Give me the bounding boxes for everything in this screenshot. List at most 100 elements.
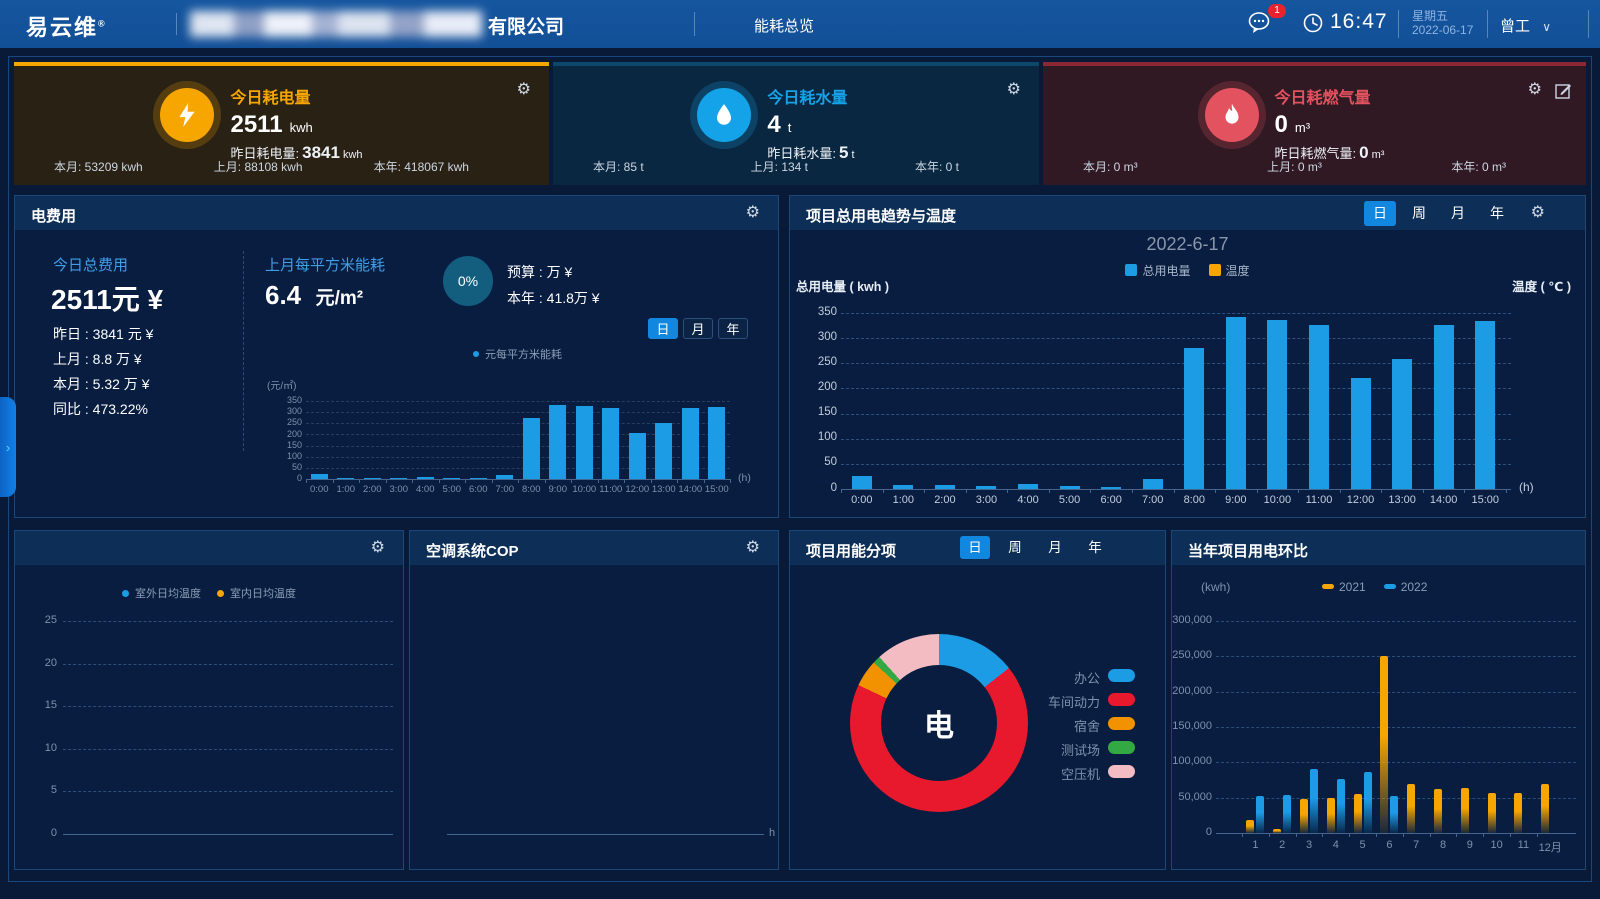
cost-row: 昨日 : 3841 元 ¥: [53, 324, 153, 344]
x-axis-unit: h: [769, 827, 775, 839]
panel-header: 电费用 ⚙: [15, 196, 778, 230]
cost-bar-chart: 5010015020025030035000:001:002:003:004:0…: [306, 401, 730, 479]
x-tick-mark: [1322, 833, 1323, 837]
bar-2021: [1327, 798, 1335, 833]
divider: [1588, 10, 1589, 38]
legend-item[interactable]: 温度: [1209, 262, 1250, 279]
message-icon[interactable]: [1248, 12, 1272, 34]
legend-item[interactable]: 总用电量: [1125, 262, 1190, 279]
gear-icon[interactable]: ⚙: [746, 205, 760, 221]
legend-label[interactable]: 空压机: [960, 764, 1100, 783]
gridline: [63, 706, 393, 707]
x-tick-mark: [1174, 489, 1175, 493]
gear-icon[interactable]: ⚙: [1531, 205, 1545, 221]
panel-header: 当年项目用电环比: [1172, 531, 1585, 565]
bar: [1018, 484, 1038, 489]
x-tick-mark: [1298, 489, 1299, 493]
bar-2022: [1310, 769, 1318, 833]
legend-swatch[interactable]: [1108, 693, 1135, 706]
sidebar-expand-tab[interactable]: ›: [0, 397, 16, 497]
bar-2021: [1354, 794, 1362, 833]
y-axis-tick: 0: [1166, 826, 1212, 838]
tab-年[interactable]: 年: [718, 318, 748, 339]
bar: [893, 485, 913, 489]
bar: [655, 423, 672, 479]
budget-text: 预算 : 万 ¥: [507, 262, 572, 282]
bar: [682, 408, 699, 479]
tab-周[interactable]: 周: [1000, 536, 1030, 559]
legend-label[interactable]: 宿舍: [960, 716, 1100, 735]
gear-icon[interactable]: ⚙: [517, 82, 531, 98]
legend-item[interactable]: 室内日均温度: [217, 585, 296, 601]
panel-header: 空调系统COP ⚙: [410, 531, 778, 565]
temperature-legend: 室外日均温度室内日均温度: [15, 585, 403, 601]
panel-temperature: ⚙ 室外日均温度室内日均温度 2520151050: [14, 530, 404, 870]
x-tick-mark: [333, 479, 334, 483]
panel-title: 当年项目用电环比: [1188, 540, 1308, 561]
gridline: [841, 313, 1511, 314]
divider: [1487, 10, 1488, 38]
x-tick-mark: [598, 479, 599, 483]
cost-row: 本月 : 5.32 万 ¥: [53, 374, 149, 394]
bar-2021: [1434, 789, 1442, 833]
gear-icon[interactable]: ⚙: [746, 540, 760, 556]
today-cost-label: 今日总费用: [53, 254, 128, 275]
company-suffix: 有限公司: [488, 12, 564, 39]
tab-日[interactable]: 日: [1364, 201, 1396, 226]
gridline: [306, 412, 730, 413]
bar-2022: [1364, 772, 1372, 833]
tab-月[interactable]: 月: [683, 318, 713, 339]
y-axis-tick: 20: [31, 657, 57, 669]
legend-swatch[interactable]: [1108, 669, 1135, 682]
legend-label[interactable]: 车间动力: [960, 692, 1100, 711]
tab-年[interactable]: 年: [1080, 536, 1110, 559]
y-axis-tick: 0: [801, 482, 837, 494]
nav-energy-overview[interactable]: 能耗总览: [754, 15, 814, 36]
tab-月[interactable]: 月: [1040, 536, 1070, 559]
panel-header: ⚙: [15, 531, 403, 565]
y-axis-tick: 150: [801, 406, 837, 418]
x-tick-mark: [704, 479, 705, 483]
x-tick-mark: [677, 479, 678, 483]
weekday: 星期五: [1412, 7, 1448, 24]
tab-月[interactable]: 月: [1442, 201, 1474, 226]
legend-swatch[interactable]: [1108, 741, 1135, 754]
y-axis-tick: 0: [31, 827, 57, 839]
energy-dashboard: 易云维® 有限公司 能耗总览 1 16:47 星期五 2022-06-17 曾工…: [0, 0, 1600, 899]
tab-日[interactable]: 日: [960, 536, 990, 559]
x-axis-tick: 15:00: [698, 484, 737, 495]
bar-2021: [1246, 820, 1254, 833]
legend-label[interactable]: 办公: [960, 668, 1100, 687]
legend-label[interactable]: 测试场: [960, 740, 1100, 759]
temperature-chart: 2520151050: [63, 621, 393, 834]
gear-icon[interactable]: ⚙: [1007, 82, 1021, 98]
y-axis-tick: 50: [268, 462, 302, 472]
tab-周[interactable]: 周: [1403, 201, 1435, 226]
bar: [523, 418, 540, 479]
tab-日[interactable]: 日: [648, 318, 678, 339]
x-tick-mark: [1269, 833, 1270, 837]
legend-item[interactable]: 2021: [1322, 580, 1366, 594]
edit-icon[interactable]: [1555, 82, 1572, 99]
panel-title: 空调系统COP: [426, 540, 519, 561]
legend-item[interactable]: 2022: [1384, 580, 1428, 594]
tab-年[interactable]: 年: [1481, 201, 1513, 226]
legend-item[interactable]: 室外日均温度: [122, 585, 201, 601]
card-period-stats: 本月: 0 m³上月: 0 m³本年: 0 m³: [1083, 158, 1506, 175]
card-water: ⚙ 今日耗水量 4t 昨日耗水量:5t 本月: 85 t上月: 134 t本年:…: [553, 62, 1039, 185]
user-menu[interactable]: 曾工 ∨: [1500, 15, 1551, 36]
legend-swatch[interactable]: [1108, 717, 1135, 730]
y-axis-tick: 300: [801, 331, 837, 343]
gear-icon[interactable]: ⚙: [371, 540, 385, 556]
x-tick-mark: [306, 479, 307, 483]
legend-swatch: [1209, 264, 1221, 276]
bar: [852, 476, 872, 489]
bar: [470, 478, 487, 479]
y-axis-tick: 50: [801, 456, 837, 468]
panel-energy-split: 项目用能分项 日周月年 电 办公车间动力宿舍测试场空压机: [789, 530, 1166, 870]
y-axis-tick: 200: [801, 381, 837, 393]
bar-2021: [1488, 793, 1496, 833]
legend-swatch[interactable]: [1108, 765, 1135, 778]
bar: [976, 486, 996, 489]
panel-header: 项目用能分项 日周月年: [790, 531, 1165, 565]
